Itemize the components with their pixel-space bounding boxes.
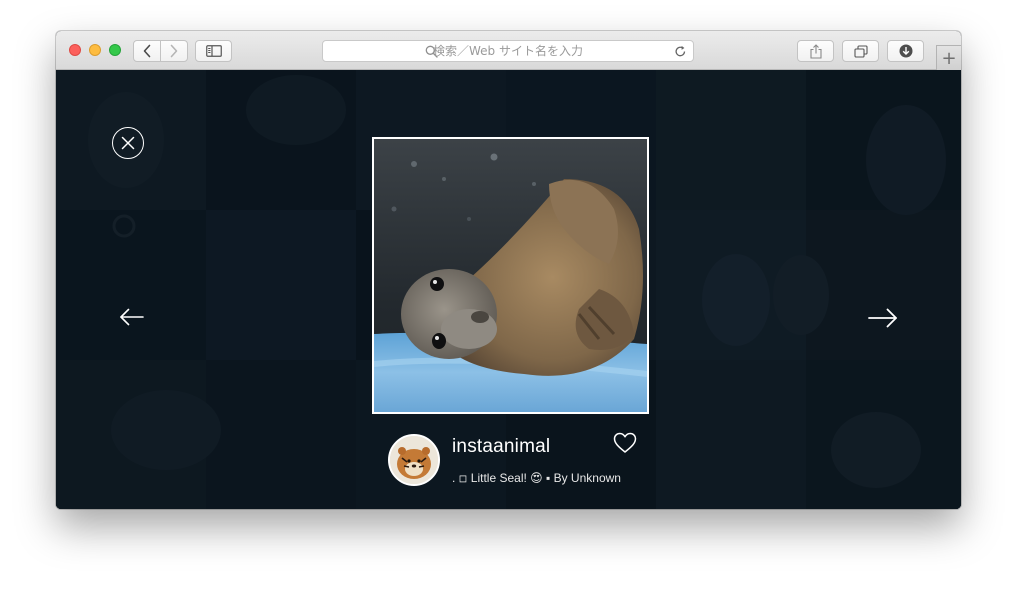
share-button[interactable] <box>797 40 834 62</box>
back-button[interactable] <box>133 40 161 62</box>
navigation-buttons <box>133 40 188 62</box>
post-username[interactable]: instaanimal <box>452 436 550 458</box>
tab-overview-icon <box>853 44 868 58</box>
browser-window: + <box>56 31 961 509</box>
chevron-right-icon <box>170 44 178 58</box>
address-input[interactable] <box>323 41 693 61</box>
heart-outline-icon <box>613 432 637 453</box>
reload-icon[interactable] <box>674 45 687 58</box>
close-icon <box>121 136 135 150</box>
post-caption: . ◽ Little Seal! 😍 ▪ By Unknown <box>452 471 621 485</box>
window-close-button[interactable] <box>69 44 81 56</box>
sidebar-button[interactable] <box>195 40 232 62</box>
window-minimize-button[interactable] <box>89 44 101 56</box>
previous-photo-button[interactable] <box>119 308 145 326</box>
plus-icon: + <box>941 47 957 69</box>
close-viewer-button[interactable] <box>112 127 144 159</box>
share-icon <box>809 43 822 59</box>
browser-toolbar: + <box>56 31 961 71</box>
address-bar[interactable] <box>322 40 694 62</box>
tab-overview-button[interactable] <box>842 40 879 62</box>
download-icon <box>899 44 912 58</box>
lightbox-overlay: instaanimal . ◽ Little Seal! 😍 ▪ By Unkn… <box>56 70 961 509</box>
like-button[interactable] <box>613 432 637 454</box>
forward-button[interactable] <box>160 40 188 62</box>
seal-photo[interactable] <box>372 137 649 414</box>
window-zoom-button[interactable] <box>109 44 121 56</box>
next-photo-button[interactable] <box>867 308 899 328</box>
downloads-button[interactable] <box>887 40 924 62</box>
chevron-left-icon <box>143 44 151 58</box>
new-tab-button[interactable]: + <box>936 45 961 71</box>
sidebar-icon <box>205 45 222 57</box>
avatar[interactable] <box>388 434 440 486</box>
